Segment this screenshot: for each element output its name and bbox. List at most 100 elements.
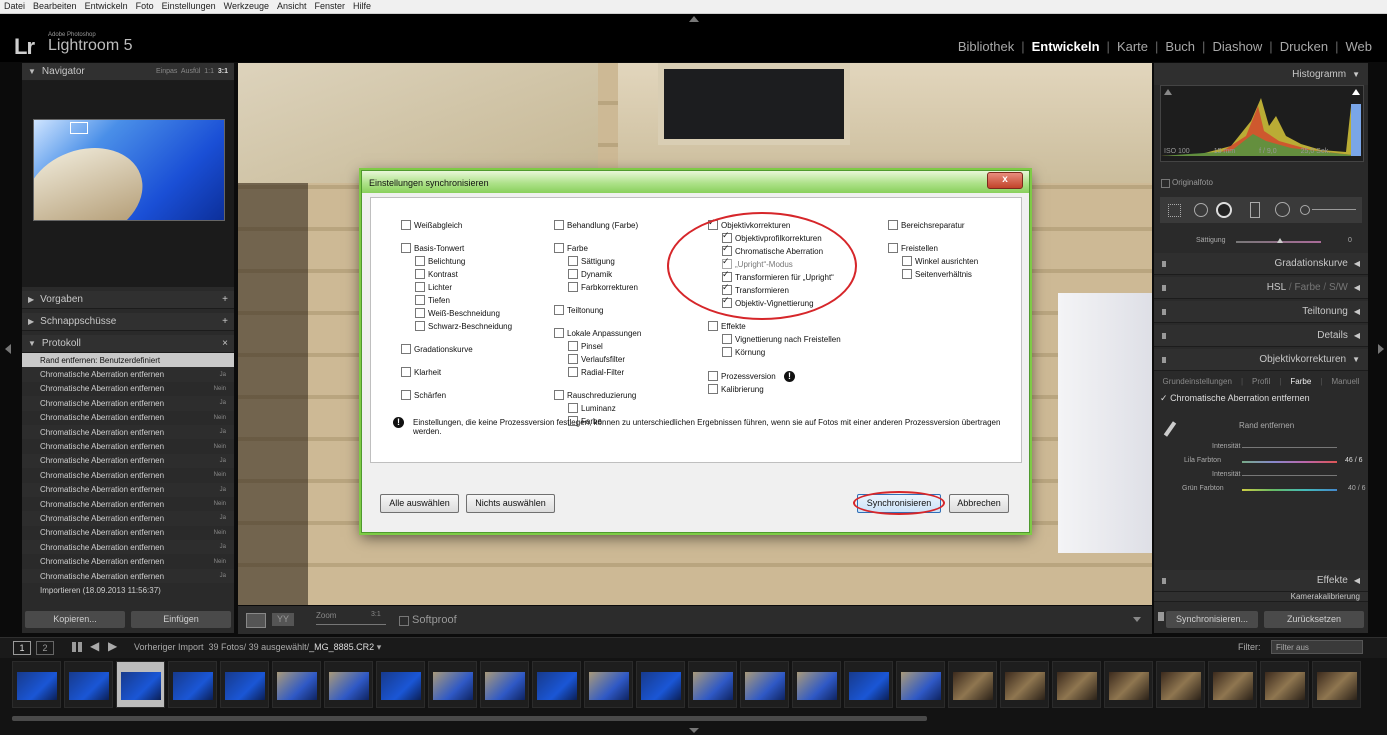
checkbox-icon[interactable]	[568, 269, 578, 279]
collapse-bottom-arrow-icon[interactable]	[689, 728, 699, 733]
select-none-button[interactable]: Nichts auswählen	[466, 494, 555, 513]
spot-removal-icon[interactable]	[1194, 203, 1208, 217]
checkbox-icon[interactable]	[415, 256, 425, 266]
checkbox-icon[interactable]	[568, 403, 578, 413]
filmstrip-source[interactable]: Vorheriger Import 39 Fotos/ 39 ausgewähl…	[134, 642, 381, 653]
brush-icon[interactable]	[1300, 205, 1310, 215]
original-photo-checkbox[interactable]	[1161, 179, 1170, 188]
tab-basic[interactable]: Grundeinstellungen	[1163, 377, 1232, 386]
checkbox-icon[interactable]	[888, 220, 898, 230]
cancel-button[interactable]: Abbrechen	[949, 494, 1009, 513]
setting-checkbox[interactable]: Farbe	[554, 243, 588, 253]
purple-hue-slider[interactable]	[1242, 461, 1337, 463]
setting-checkbox[interactable]: Luminanz	[568, 403, 616, 413]
filmstrip-thumbnail[interactable]	[896, 661, 945, 708]
panel-toggle-icon[interactable]	[1162, 308, 1166, 315]
setting-checkbox[interactable]: Lichter	[415, 282, 452, 292]
module-entwickeln[interactable]: Entwickeln	[1025, 39, 1107, 54]
filmstrip-thumbnail[interactable]	[1260, 661, 1309, 708]
camera-calibration-header[interactable]: Kamerakalibrierung	[1154, 592, 1368, 602]
history-step[interactable]: Chromatische Aberration entfernen Nein	[22, 382, 234, 396]
filmstrip-thumbnail[interactable]	[64, 661, 113, 708]
checkbox-icon[interactable]	[554, 390, 564, 400]
history-step[interactable]: Chromatische Aberration entfernen Ja	[22, 424, 234, 440]
zoom-3-1[interactable]: 3:1	[218, 68, 228, 75]
filmstrip-thumbnail[interactable]	[636, 661, 685, 708]
history-step[interactable]: Chromatische Aberration entfernen Nein	[22, 468, 234, 482]
tab-color[interactable]: Farbe	[1290, 377, 1311, 386]
checkbox-icon[interactable]	[708, 384, 718, 394]
setting-checkbox[interactable]: Farbkorrekturen	[568, 282, 638, 292]
checkbox-icon[interactable]	[401, 220, 411, 230]
checkbox-icon[interactable]	[568, 282, 578, 292]
collapse-top-arrow-icon[interactable]	[689, 16, 699, 22]
checkbox-icon[interactable]	[401, 243, 411, 253]
collapse-left-arrow-icon[interactable]	[5, 344, 11, 354]
setting-checkbox[interactable]: Schärfen	[401, 390, 446, 400]
filmstrip-thumbnail[interactable]	[272, 661, 321, 708]
filmstrip-thumbnail[interactable]	[1104, 661, 1153, 708]
details-header[interactable]: Details ◀	[1154, 325, 1368, 347]
brush-size-slider[interactable]	[1312, 209, 1356, 210]
history-step[interactable]: Chromatische Aberration entfernen Ja	[22, 540, 234, 555]
shadow-clipping-icon[interactable]	[1164, 89, 1172, 95]
checkbox-icon[interactable]	[902, 256, 912, 266]
history-step[interactable]: Chromatische Aberration entfernen Nein	[22, 497, 234, 511]
checkbox-icon[interactable]	[401, 344, 411, 354]
navigator-zoom-options[interactable]: Einpas Ausfül 1:1 3:1	[156, 68, 228, 75]
zoom-fit[interactable]: Einpas	[156, 68, 177, 75]
checkbox-icon[interactable]	[401, 367, 411, 377]
menu-foto[interactable]: Foto	[132, 0, 158, 13]
checkbox-icon[interactable]	[415, 321, 425, 331]
module-bibliothek[interactable]: Bibliothek	[951, 39, 1021, 54]
setting-checkbox[interactable]: Freistellen	[888, 243, 938, 253]
setting-checkbox[interactable]: Seitenverhältnis	[902, 269, 972, 279]
menu-bearbeiten[interactable]: Bearbeiten	[29, 0, 81, 13]
filmstrip-thumbnail[interactable]	[688, 661, 737, 708]
setting-checkbox[interactable]: Dynamik	[568, 269, 612, 279]
panel-toggle-icon[interactable]	[1162, 332, 1166, 339]
panel-toggle-icon[interactable]	[1162, 284, 1166, 291]
filmstrip-scrollbar[interactable]	[12, 716, 927, 721]
navigator-thumbnail[interactable]	[33, 119, 225, 221]
menu-ansicht[interactable]: Ansicht	[273, 0, 311, 13]
menu-hilfe[interactable]: Hilfe	[349, 0, 375, 13]
history-step[interactable]: Chromatische Aberration entfernen Nein	[22, 411, 234, 425]
purple-intensity-slider[interactable]	[1242, 447, 1337, 448]
menu-werkzeuge[interactable]: Werkzeuge	[220, 0, 273, 13]
red-eye-icon[interactable]	[1216, 202, 1232, 218]
menu-entwickeln[interactable]: Entwickeln	[81, 0, 132, 13]
navigator-header[interactable]: ▼ Navigator Einpas Ausfül 1:1 3:1	[22, 63, 234, 81]
green-intensity-slider[interactable]	[1242, 475, 1337, 476]
menu-einstellungen[interactable]: Einstellungen	[158, 0, 220, 13]
zoom-slider[interactable]	[316, 624, 386, 625]
snapshots-header[interactable]: ▶ Schnappschüsse +	[22, 313, 234, 331]
color-tab[interactable]: Farbe	[1294, 282, 1320, 293]
filmstrip-thumbnail[interactable]	[532, 661, 581, 708]
setting-checkbox[interactable]: Winkel ausrichten	[902, 256, 978, 266]
hsl-header[interactable]: HSL / Farbe / S/W ◀	[1154, 277, 1368, 299]
crop-tool-icon[interactable]	[1168, 204, 1181, 217]
radial-filter-icon[interactable]	[1275, 202, 1290, 217]
menu-datei[interactable]: Datei	[0, 0, 29, 13]
filmstrip-thumbnail[interactable]	[584, 661, 633, 708]
toolbar-options-icon[interactable]	[1133, 617, 1141, 622]
close-icon[interactable]: x	[987, 172, 1023, 189]
filmstrip-thumbnail[interactable]	[324, 661, 373, 708]
setting-checkbox[interactable]: Verlaufsfilter	[568, 354, 625, 364]
close-icon[interactable]: ×	[222, 338, 228, 349]
checkbox-icon[interactable]	[568, 341, 578, 351]
checkbox-icon[interactable]	[554, 305, 564, 315]
navigator-preview[interactable]	[22, 81, 234, 287]
filmstrip-thumbnail[interactable]	[948, 661, 997, 708]
filmstrip-thumbnail[interactable]	[1208, 661, 1257, 708]
checkbox-icon[interactable]	[708, 321, 718, 331]
filmstrip-thumbnail[interactable]	[1052, 661, 1101, 708]
module-web[interactable]: Web	[1339, 39, 1380, 54]
history-step[interactable]: Importieren (18.09.2013 11:56:37)	[22, 583, 234, 597]
eyedropper-icon[interactable]	[1163, 421, 1177, 437]
panel-toggle-icon[interactable]	[1162, 356, 1166, 363]
navigator-focus-box[interactable]	[70, 122, 88, 134]
history-step[interactable]: Chromatische Aberration entfernen Ja	[22, 568, 234, 584]
checkbox-icon[interactable]	[568, 354, 578, 364]
